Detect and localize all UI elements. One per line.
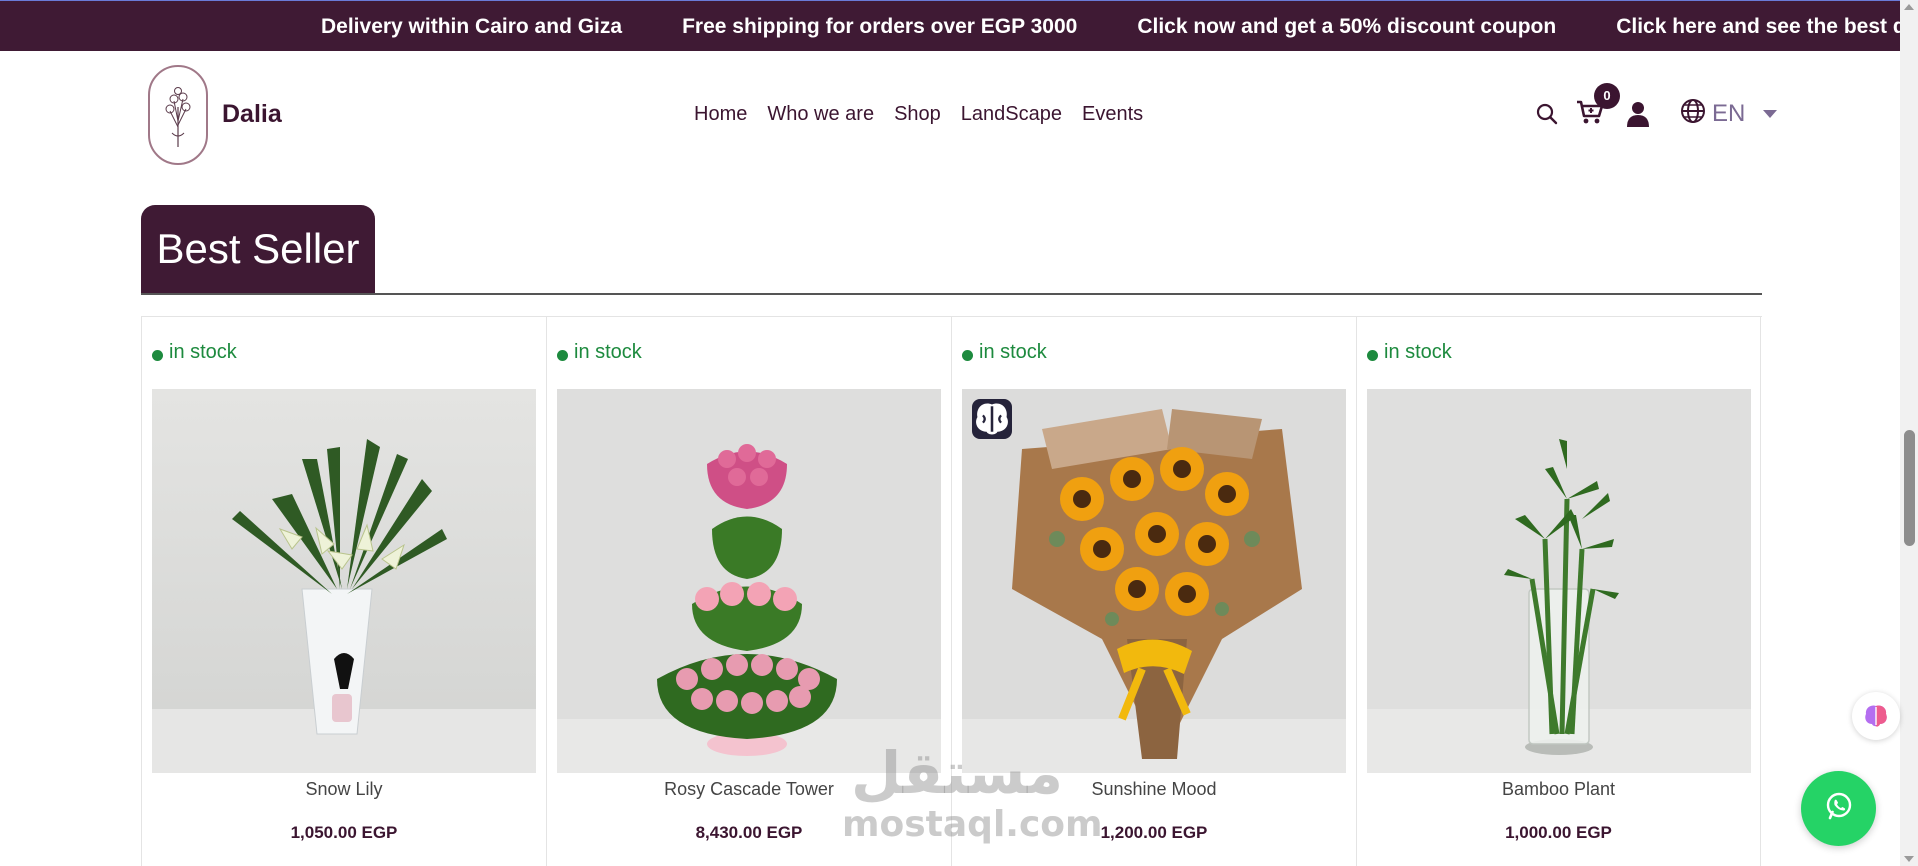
section-title: Best Seller (141, 205, 375, 293)
announcement-message[interactable]: Free shipping for orders over EGP 3000 (682, 15, 1077, 39)
product-price: 1,000.00 EGP (1505, 823, 1612, 842)
nav-shop[interactable]: Shop (894, 103, 941, 126)
section-divider (141, 293, 1762, 295)
product-image[interactable] (1367, 389, 1751, 773)
product-card[interactable]: in stock Bamboo Plant 1,000.00 EGP (1356, 317, 1761, 866)
product-image[interactable] (962, 389, 1346, 773)
announcement-message[interactable]: Click here and see the best discoun (1616, 15, 1900, 39)
stock-status: in stock (962, 341, 1047, 364)
bouquet-logo-icon[interactable] (148, 65, 208, 165)
product-name[interactable]: Rosy Cascade Tower (547, 779, 951, 800)
stock-label: in stock (979, 341, 1047, 363)
product-price: 1,200.00 EGP (1100, 823, 1208, 842)
product-image[interactable] (557, 389, 941, 773)
product-card[interactable]: in stock (951, 317, 1356, 866)
product-image[interactable] (152, 389, 536, 773)
product-name[interactable]: Snow Lily (142, 779, 546, 800)
product-name[interactable]: Sunshine Mood (952, 779, 1356, 800)
ai-brain-badge-icon[interactable] (972, 399, 1012, 439)
stock-status: in stock (557, 341, 642, 364)
scroll-down-arrow-icon[interactable] (1904, 856, 1914, 862)
search-icon[interactable] (1536, 103, 1558, 125)
product-price: 8,430.00 EGP (695, 823, 803, 842)
announcement-message[interactable]: Delivery within Cairo and Giza (321, 15, 622, 39)
announcement-track: Delivery within Cairo and Giza Free ship… (321, 1, 1900, 51)
announcement-message[interactable]: Click now and get a 50% discount coupon (1137, 15, 1556, 39)
scroll-up-arrow-icon[interactable] (1904, 4, 1914, 10)
language-label: EN (1712, 100, 1746, 127)
language-switcher[interactable]: EN (1680, 98, 1778, 131)
product-price: 1,050.00 EGP (290, 823, 398, 842)
cart-count-badge: 0 (1594, 82, 1620, 109)
header-actions: 0 EN (1536, 82, 1778, 131)
nav-events[interactable]: Events (1082, 103, 1143, 126)
product-card[interactable]: in stock (141, 317, 546, 866)
announcement-bar: Delivery within Cairo and Giza Free ship… (0, 0, 1900, 51)
site-header: Dalia Home Who we are Shop LandScape Eve… (0, 51, 1900, 181)
ai-assistant-brain-icon[interactable] (1852, 692, 1900, 740)
caret-down-icon (1763, 110, 1778, 118)
nav-landscape[interactable]: LandScape (961, 103, 1062, 126)
product-name[interactable]: Bamboo Plant (1357, 779, 1760, 800)
whatsapp-chat-button[interactable] (1801, 771, 1876, 846)
nav-who-we-are[interactable]: Who we are (767, 103, 874, 126)
user-icon[interactable] (1626, 101, 1650, 127)
product-card[interactable]: in stock Rosy Cascade Tower 8,430.00 EGP (546, 317, 951, 866)
brand-name[interactable]: Dalia (222, 100, 282, 129)
globe-icon (1680, 98, 1706, 131)
stock-status: in stock (1367, 341, 1452, 364)
page-scrollbar[interactable] (1900, 0, 1918, 866)
stock-dot-icon (1367, 350, 1378, 361)
stock-dot-icon (152, 350, 163, 361)
stock-label: in stock (1384, 341, 1452, 363)
stock-dot-icon (557, 350, 568, 361)
best-seller-section-header: Best Seller (141, 205, 1762, 295)
main-nav: Home Who we are Shop LandScape Events (694, 103, 1163, 126)
product-grid: in stock Snow Lily 1,050.00 EGP in stock… (141, 316, 1762, 866)
stock-label: in stock (169, 341, 237, 363)
whatsapp-icon (1824, 791, 1854, 826)
stock-label: in stock (574, 341, 642, 363)
stock-status: in stock (152, 341, 237, 364)
stock-dot-icon (962, 350, 973, 361)
scroll-thumb[interactable] (1904, 430, 1915, 546)
cart-button[interactable]: 0 (1576, 82, 1620, 130)
nav-home[interactable]: Home (694, 103, 747, 126)
